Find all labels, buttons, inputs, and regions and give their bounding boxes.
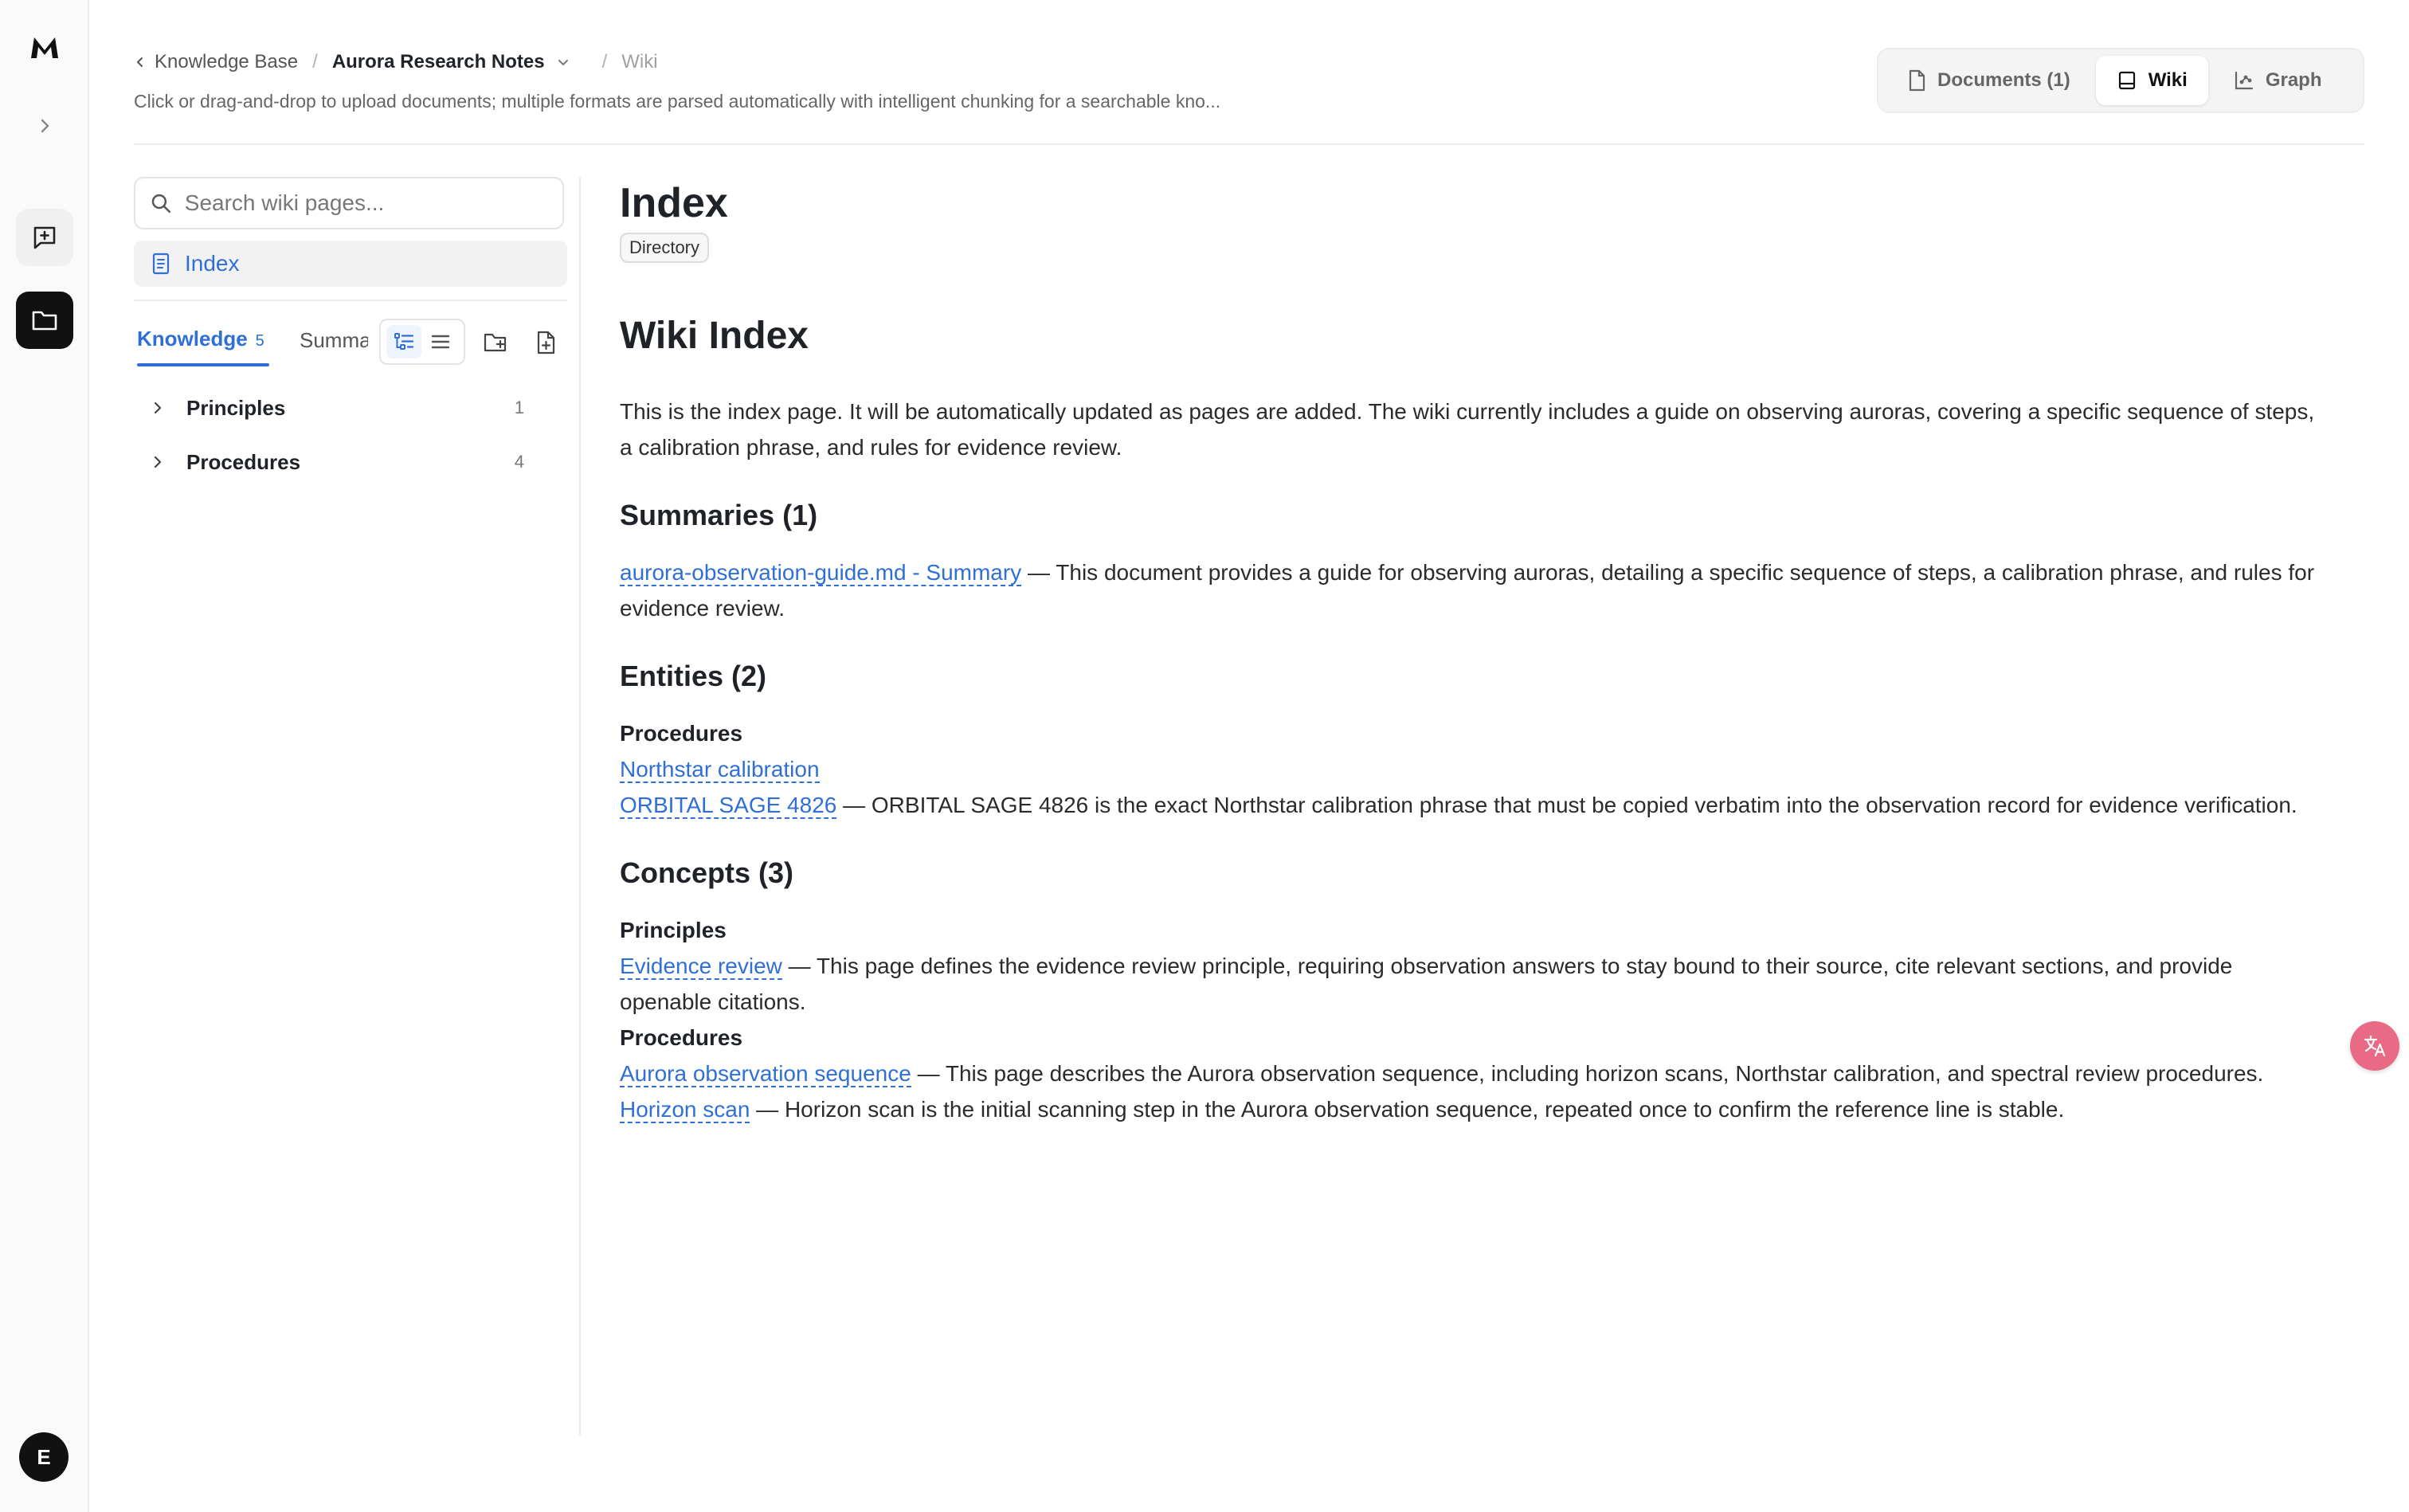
tree-folder-count: 1 — [514, 398, 524, 417]
entity-description: — ORBITAL SAGE 4826 is the exact Northst… — [836, 793, 2297, 817]
tab-graph-label: Graph — [2265, 69, 2322, 91]
tree-folder-label: Principles — [186, 395, 286, 420]
tab-knowledge-label: Knowledge — [137, 327, 248, 351]
summary-entry: aurora-observation-guide.md - Summary — … — [620, 554, 2325, 626]
tab-knowledge-count: 5 — [255, 332, 264, 350]
header-divider — [134, 143, 2364, 145]
tab-documents[interactable]: Documents (1) — [1886, 56, 2091, 105]
entities-list: Procedures Northstar calibration ORBITAL… — [620, 715, 2325, 823]
user-avatar[interactable]: E — [19, 1432, 69, 1482]
concepts-group-label: Principles — [620, 918, 727, 942]
wiki-icon — [2118, 71, 2135, 90]
graph-icon — [2235, 71, 2253, 90]
breadcrumb: Knowledge Base / Aurora Research Notes /… — [134, 48, 658, 76]
breadcrumb-back-link[interactable]: Knowledge Base — [134, 51, 298, 73]
tree-folder-label: Procedures — [186, 449, 301, 474]
summary-link[interactable]: aurora-observation-guide.md - Summary — [620, 560, 1022, 586]
active-tab-indicator — [137, 363, 269, 366]
sidebar-divider — [134, 300, 567, 301]
entity-entry: Northstar calibration — [620, 751, 2325, 787]
tab-summaries[interactable]: Summaries — [300, 328, 368, 353]
entity-link[interactable]: Northstar calibration — [620, 757, 820, 783]
page-icon — [152, 253, 170, 275]
concept-link[interactable]: Aurora observation sequence — [620, 1061, 911, 1087]
chevron-right-icon — [151, 455, 175, 469]
intro-paragraph: This is the index page. It will be autom… — [620, 399, 2315, 460]
concept-link[interactable]: Horizon scan — [620, 1097, 750, 1123]
wiki-search[interactable] — [134, 177, 564, 229]
app-window: E Knowledge Base / Aurora Research Notes… — [0, 0, 2409, 1512]
search-input[interactable] — [184, 190, 548, 216]
document-icon — [1909, 69, 1925, 92]
breadcrumb-separator: / — [312, 51, 318, 72]
new-page-icon[interactable] — [529, 325, 564, 360]
sidebar-content-divider — [579, 177, 581, 1436]
concept-link[interactable]: Evidence review — [620, 954, 782, 980]
entity-entry: ORBITAL SAGE 4826 — ORBITAL SAGE 4826 is… — [620, 787, 2325, 823]
sidebar-item-index-label: Index — [185, 251, 240, 276]
logo-icon[interactable] — [16, 19, 73, 76]
tab-documents-label: Documents (1) — [1937, 69, 2070, 91]
expand-icon[interactable] — [16, 97, 73, 155]
concept-description: — This page defines the evidence review … — [620, 954, 2233, 1014]
chevron-left-icon — [137, 57, 143, 67]
summaries-heading: Summaries (1) — [620, 499, 818, 531]
concept-description: — Horizon scan is the initial scanning s… — [750, 1097, 2065, 1122]
view-switcher: Documents (1) Wiki Graph — [1877, 48, 2364, 113]
tree-folder-count: 4 — [514, 452, 524, 472]
entities-group-label: Procedures — [620, 721, 743, 746]
concepts-group-label: Procedures — [620, 1025, 743, 1050]
tree-view-icon[interactable] — [386, 325, 421, 358]
tree-folder-procedures[interactable]: Procedures 4 — [151, 443, 534, 481]
sidebar-tabs: Knowledge 5 Summaries — [134, 319, 572, 370]
tab-graph[interactable]: Graph — [2213, 56, 2343, 105]
concept-entry: Aurora observation sequence — This page … — [620, 1056, 2325, 1091]
knowledge-base-selector[interactable]: Aurora Research Notes — [332, 51, 570, 73]
breadcrumb-current: Aurora Research Notes — [331, 51, 545, 72]
concept-entry: Evidence review — This page defines the … — [620, 948, 2325, 1020]
view-mode-toggle — [379, 319, 465, 365]
tab-wiki-label: Wiki — [2148, 69, 2188, 91]
wiki-heading: Wiki Index — [620, 315, 809, 357]
page-title: Index — [620, 180, 728, 226]
translate-icon[interactable] — [2350, 1021, 2399, 1071]
chevron-down-icon — [558, 60, 568, 65]
tree-folder-principles[interactable]: Principles 1 — [151, 389, 534, 427]
tab-knowledge[interactable]: Knowledge 5 — [137, 327, 264, 351]
list-view-icon[interactable] — [423, 325, 458, 358]
concept-entry: Horizon scan — Horizon scan is the initi… — [620, 1091, 2325, 1127]
breadcrumb-separator: / — [601, 51, 608, 72]
concepts-list: Principles Evidence review — This page d… — [620, 912, 2325, 1127]
page-type-badge: Directory — [620, 233, 710, 263]
new-chat-icon[interactable] — [16, 209, 73, 266]
breadcrumb-wiki: Wiki — [621, 51, 658, 72]
search-icon — [151, 194, 171, 213]
folder-icon[interactable] — [16, 292, 73, 349]
new-folder-icon[interactable] — [478, 325, 513, 360]
entities-heading: Entities (2) — [620, 660, 767, 692]
left-rail: E — [0, 0, 89, 1512]
breadcrumb-knowledge-base: Knowledge Base — [155, 51, 299, 72]
chevron-right-icon — [151, 401, 175, 415]
concept-description: — This page describes the Aurora observa… — [911, 1061, 2264, 1086]
sidebar-item-index[interactable]: Index — [134, 241, 567, 287]
wiki-page-content: Index Directory Wiki Index This is the i… — [620, 177, 2325, 1127]
tab-wiki[interactable]: Wiki — [2095, 56, 2208, 105]
upload-hint: Click or drag-and-drop to upload documen… — [134, 91, 1221, 112]
entity-link[interactable]: ORBITAL SAGE 4826 — [620, 793, 837, 819]
concepts-heading: Concepts (3) — [620, 856, 794, 889]
